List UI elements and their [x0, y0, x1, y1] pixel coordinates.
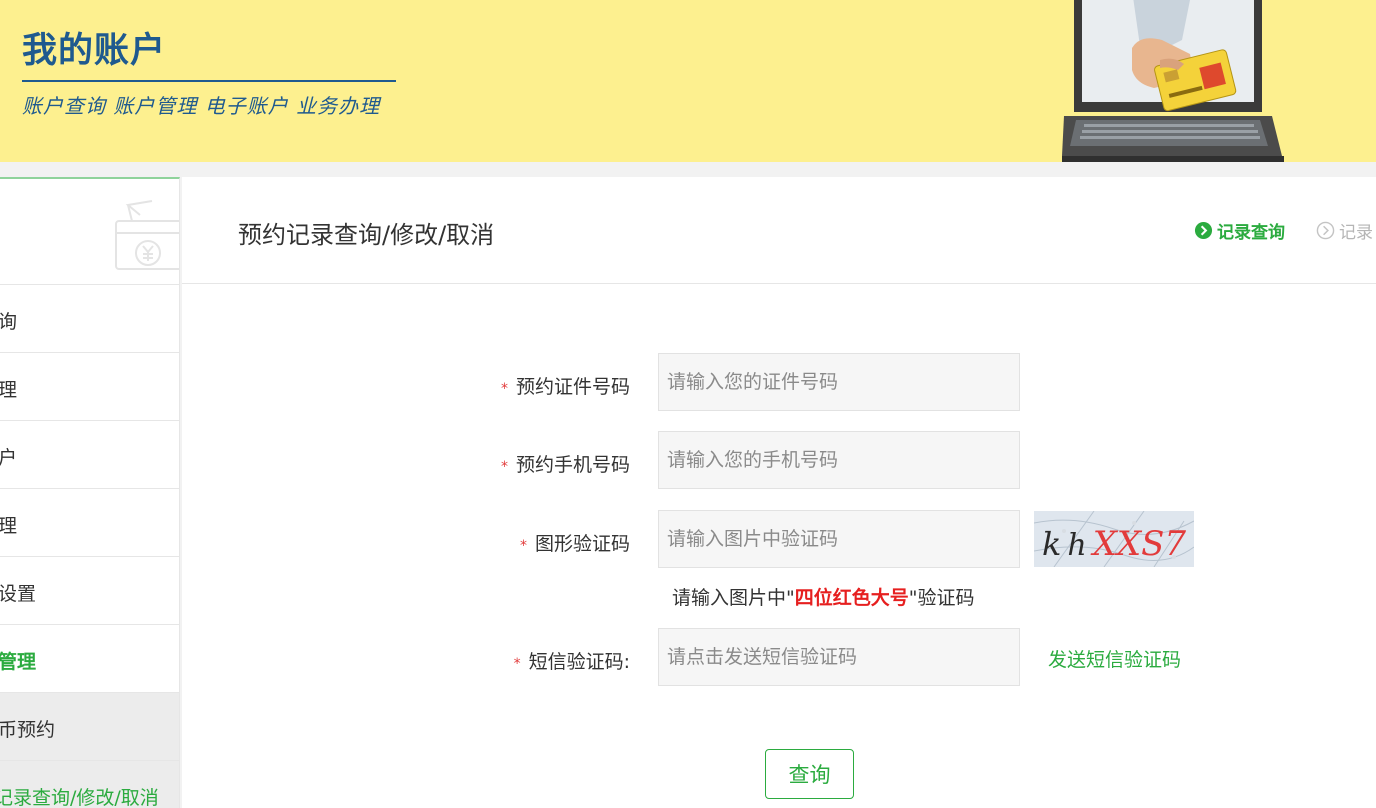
- laptop-card-illustration: [1062, 0, 1284, 162]
- id-number-label-text: 预约证件号码: [515, 376, 630, 398]
- step-label: 记录查询: [1217, 223, 1285, 243]
- sidebar: 询 理 户 理 设置 管理 币预约 记录查询/修改/取消: [0, 177, 180, 808]
- phone-number-label-text: 预约手机号码: [515, 454, 630, 476]
- captcha-hint-emphasis: 四位红色大号: [794, 587, 909, 609]
- captcha-label: * 图形验证码: [520, 529, 630, 556]
- sidebar-item-electronic-account[interactable]: 户: [0, 421, 179, 489]
- sms-code-label-text: 短信验证码:: [528, 651, 630, 673]
- sidebar-subitem-reservation-records[interactable]: 记录查询/修改/取消: [0, 761, 179, 808]
- sidebar-header: [0, 179, 179, 285]
- brand-subtitle: 账户查询 账户管理 电子账户 业务办理: [22, 94, 381, 118]
- send-sms-code-link[interactable]: 发送短信验证码: [1048, 645, 1181, 672]
- id-number-input[interactable]: [658, 353, 1020, 411]
- step-active-icon: [1194, 221, 1213, 240]
- captcha-hint: 请输入图片中"四位红色大号"验证码: [672, 583, 975, 610]
- page-title: 预约记录查询/修改/取消: [238, 221, 495, 249]
- sidebar-item-account-query[interactable]: 询: [0, 285, 179, 353]
- captcha-hint-text-end: "验证码: [908, 587, 975, 609]
- sidebar-item-business-handling[interactable]: 理: [0, 489, 179, 557]
- captcha-image[interactable]: k h XXS7: [1034, 511, 1194, 567]
- sidebar-item-label: 理: [0, 375, 17, 402]
- sidebar-item-label: 记录查询/修改/取消: [0, 787, 159, 808]
- header-banner: 我的账户 账户查询 账户管理 电子账户 业务办理: [0, 0, 1376, 162]
- captcha-input[interactable]: [658, 510, 1020, 568]
- required-mark: *: [500, 381, 508, 397]
- phone-number-label: * 预约手机号码: [501, 450, 630, 477]
- brand-title: 我的账户: [22, 31, 167, 71]
- main-panel: 预约记录查询/修改/取消 记录查询 记录 * 预约证件号码 * 预约手机号码 * 图形…: [182, 177, 1376, 808]
- captcha-label-text: 图形验证码: [534, 533, 630, 555]
- sidebar-subitem-currency-reservation[interactable]: 币预约: [0, 693, 179, 761]
- sidebar-item-label: 币预约: [0, 719, 56, 741]
- sidebar-item-label: 设置: [0, 583, 37, 605]
- captcha-hint-text: 请输入图片中": [672, 587, 795, 609]
- sidebar-item-label: 理: [0, 511, 17, 538]
- required-mark: *: [500, 459, 508, 475]
- step-record-next[interactable]: 记录: [1316, 218, 1373, 243]
- phone-number-input[interactable]: [658, 431, 1020, 489]
- sidebar-item-settings[interactable]: 设置: [0, 557, 179, 625]
- brand-divider: [22, 80, 396, 82]
- step-record-query[interactable]: 记录查询: [1194, 218, 1285, 243]
- sidebar-item-management[interactable]: 管理: [0, 625, 179, 693]
- id-number-label: * 预约证件号码: [501, 372, 630, 399]
- step-label: 记录: [1339, 223, 1373, 243]
- main-header: 预约记录查询/修改/取消 记录查询 记录: [182, 177, 1376, 284]
- required-mark: *: [513, 656, 521, 672]
- sidebar-item-label: 管理: [0, 651, 37, 673]
- sms-code-input[interactable]: [658, 628, 1020, 686]
- step-inactive-icon: [1316, 221, 1335, 240]
- sidebar-item-label: 询: [0, 307, 17, 334]
- query-button[interactable]: 查询: [765, 749, 854, 799]
- wallet-yuan-icon: [115, 200, 179, 270]
- required-mark: *: [519, 538, 527, 554]
- sms-code-label: * 短信验证码:: [514, 647, 630, 674]
- sidebar-item-account-management[interactable]: 理: [0, 353, 179, 421]
- sidebar-item-label: 户: [0, 443, 17, 470]
